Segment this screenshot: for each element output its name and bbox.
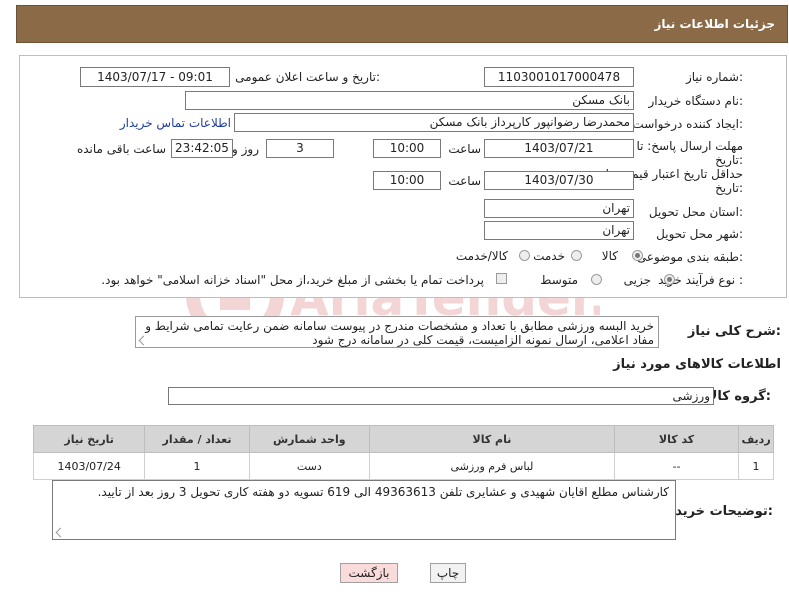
validity-time-field: 10:00 <box>373 171 441 190</box>
goods-table: ردیف کد کالا نام کالا واحد شمارش تعداد /… <box>32 425 774 480</box>
cell-code: -- <box>613 452 740 480</box>
goods-group-field: ورزشی <box>168 387 714 405</box>
buyer-notes-text: کارشناس مطلع اقایان شهیدی و عشایری تلفن … <box>97 485 669 499</box>
days-label: روز و <box>232 142 259 156</box>
category-service-radio[interactable] <box>571 250 582 261</box>
announce-field: 1403/07/17 - 09:01 <box>80 67 230 87</box>
page-header: جزئیات اطلاعات نیاز <box>16 5 788 43</box>
deadline-time-field: 10:00 <box>373 139 441 158</box>
buyer-contact-link[interactable]: اطلاعات تماس خریدار <box>120 116 231 130</box>
deadline-time-label: ساعت <box>448 142 481 156</box>
goods-group-label: گروه کالا: <box>707 389 771 404</box>
description-textarea[interactable]: خرید البسه ورزشی مطابق با تعداد و مشخصات… <box>135 316 659 348</box>
buyer-org-label: نام دستگاه خریدار: <box>648 94 744 108</box>
purchase-minor-radio[interactable] <box>664 274 675 285</box>
cell-name: لباس فرم ورزشی <box>368 452 616 480</box>
validity-label-date: تاریخ: <box>715 181 743 195</box>
col-row: ردیف <box>738 425 774 453</box>
table-row: 1 -- لباس فرم ورزشی دست 1 1403/07/24 <box>32 452 774 480</box>
category-goods-radio[interactable] <box>632 250 643 261</box>
purchase-medium-label: متوسط <box>540 273 578 287</box>
announce-label: تاریخ و ساعت اعلان عمومی: <box>235 70 380 84</box>
purchase-medium-radio[interactable] <box>591 274 602 285</box>
creator-field: محمدرضا رضوانپور کارپرداز بانک مسکن <box>234 113 634 132</box>
remaining-label: ساعت باقی مانده <box>76 142 166 156</box>
validity-date-field: 1403/07/30 <box>484 171 634 190</box>
back-button[interactable]: بازگشت <box>340 563 398 583</box>
category-service-label: خدمت <box>533 249 565 263</box>
cell-quantity: 1 <box>144 452 250 480</box>
cell-row: 1 <box>738 452 774 480</box>
city-field: تهران <box>484 221 634 240</box>
buyer-notes-label: توضیحات خریدار: <box>663 504 773 519</box>
print-button[interactable]: چاپ <box>430 563 466 583</box>
treasury-payment-note: پرداخت تمام یا بخشی از مبلغ خرید،از محل … <box>101 273 484 287</box>
col-name: نام کالا <box>368 425 616 453</box>
deadline-label: مهلت ارسال پاسخ: تا <box>636 139 743 153</box>
purchase-minor-label: جزیی <box>623 273 651 287</box>
city-label: شهر محل تحویل: <box>656 227 743 241</box>
col-unit: واحد شمارش <box>248 425 370 453</box>
col-code: کد کالا <box>613 425 740 453</box>
province-field: تهران <box>484 199 634 218</box>
deadline-date-field: 1403/07/21 <box>484 139 634 158</box>
category-goods-service-radio[interactable] <box>519 250 530 261</box>
col-need-date: تاریخ نیاز <box>32 425 146 453</box>
buyer-notes-textarea[interactable]: کارشناس مطلع اقایان شهیدی و عشایری تلفن … <box>52 480 676 540</box>
need-number-label: شماره نیاز: <box>685 70 743 84</box>
category-goods-service-label: کالا/خدمت <box>455 249 508 263</box>
category-goods-label: کالا <box>601 249 618 263</box>
description-label: شرح کلی نیاز: <box>687 324 781 339</box>
remaining-time-field: 23:42:05 <box>171 139 233 158</box>
col-quantity: تعداد / مقدار <box>144 425 250 453</box>
validity-time-label: ساعت <box>448 174 481 188</box>
cell-need-date: 1403/07/24 <box>32 452 146 480</box>
days-field: 3 <box>266 139 334 158</box>
cell-unit: دست <box>248 452 370 480</box>
need-number-field: 1103001017000478 <box>484 67 634 87</box>
goods-section-title: اطلاعات کالاهای مورد نیاز <box>613 357 781 372</box>
deadline-label-date: تاریخ: <box>715 153 743 167</box>
treasury-payment-checkbox[interactable] <box>496 273 507 284</box>
category-label: طبقه بندی موضوعی: <box>636 250 743 264</box>
description-text: خرید البسه ورزشی مطابق با تعداد و مشخصات… <box>145 319 654 347</box>
province-label: استان محل تحویل: <box>648 205 743 219</box>
creator-label: ایجاد کننده درخواست: <box>632 117 743 131</box>
page-title: جزئیات اطلاعات نیاز <box>654 17 775 31</box>
buyer-org-field: بانک مسکن <box>185 91 634 110</box>
goods-table-header: ردیف کد کالا نام کالا واحد شمارش تعداد /… <box>32 425 774 453</box>
